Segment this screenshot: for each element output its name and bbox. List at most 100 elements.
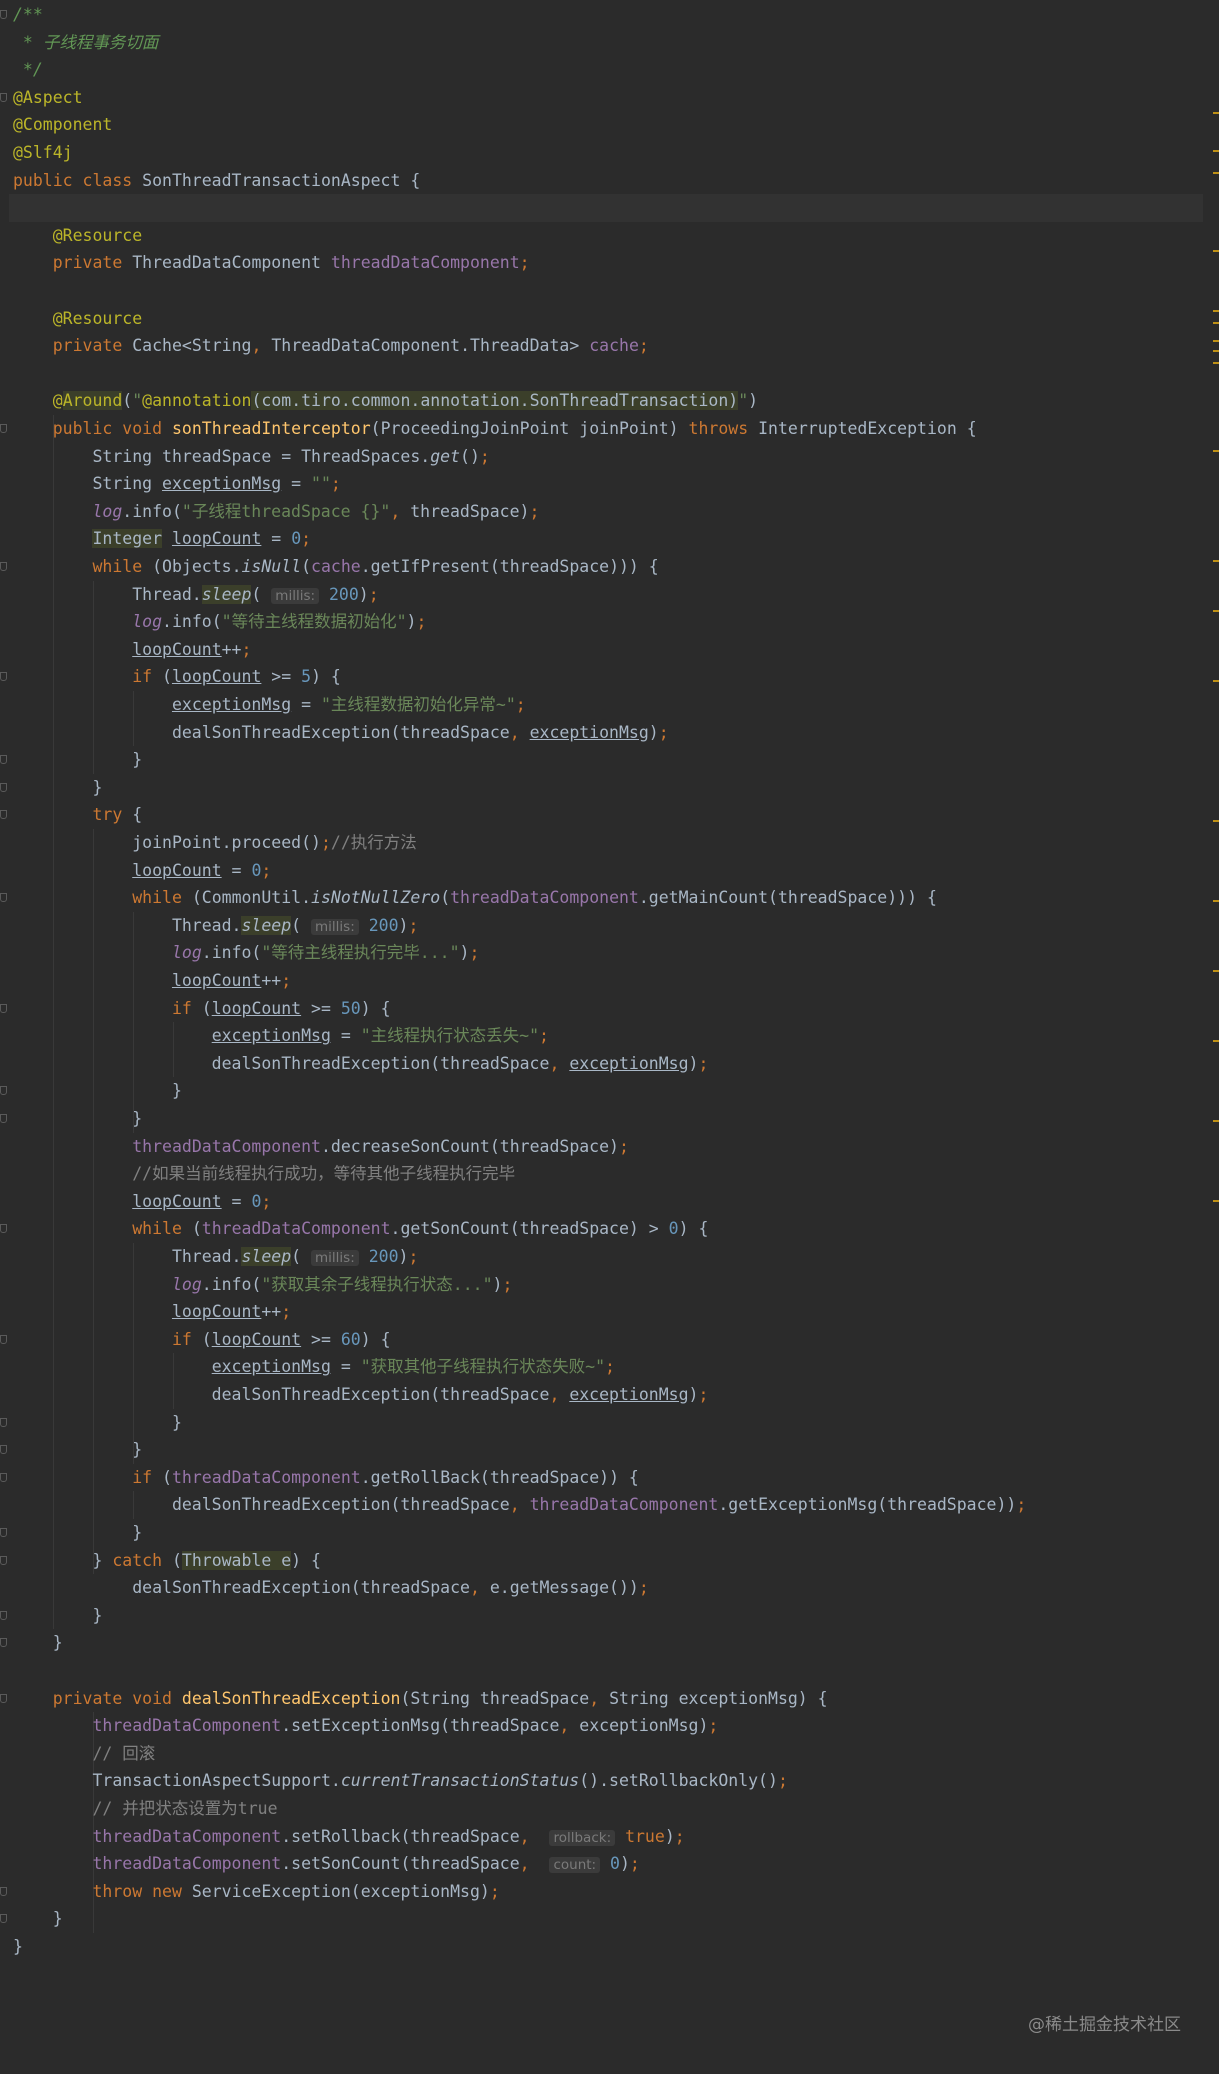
code-line[interactable]: dealSonThreadException(threadSpace, exce… [13,1381,1203,1409]
code-line[interactable]: // 并把状态设置为true [13,1795,1203,1823]
fold-marker-icon[interactable] [0,1334,7,1344]
code-line[interactable]: } [13,746,1203,774]
fold-marker-icon[interactable] [0,755,7,765]
code-line[interactable]: String threadSpace = ThreadSpaces.get(); [13,443,1203,471]
fold-marker-icon[interactable] [0,1445,7,1455]
code-line[interactable] [13,1657,1203,1685]
code-line[interactable]: try { [13,801,1203,829]
code-line[interactable]: @Resource [13,222,1203,250]
code-line[interactable]: TransactionAspectSupport.currentTransact… [13,1767,1203,1795]
code-editor[interactable]: /** * 子线程事务切面 */ @Aspect @Component @Slf4j p… [0,0,1219,2074]
code-line[interactable]: Thread.sleep( millis: 200); [13,1243,1203,1271]
code-line[interactable]: /** [13,1,1203,29]
fold-marker-icon[interactable] [0,672,7,682]
stripe-mark[interactable] [1213,362,1219,364]
fold-marker-icon[interactable] [0,10,7,19]
code-line[interactable]: private Cache<String, ThreadDataComponen… [13,332,1203,360]
fold-marker-icon[interactable] [0,562,7,571]
stripe-mark[interactable] [1213,150,1219,152]
stripe-mark[interactable] [1213,820,1219,822]
fold-marker-icon[interactable] [0,1417,7,1427]
fold-marker-icon[interactable] [0,1003,7,1013]
fold-marker-icon[interactable] [0,1638,7,1648]
stripe-mark[interactable] [1213,450,1219,452]
stripe-mark[interactable] [1213,112,1219,114]
stripe-mark[interactable] [1213,560,1219,562]
code-line[interactable]: } [13,1629,1203,1657]
code-line[interactable]: while (CommonUtil.isNotNullZero(threadDa… [13,884,1203,912]
fold-marker-icon[interactable] [0,1555,7,1565]
code-line[interactable]: if (loopCount >= 60) { [13,1326,1203,1354]
code-line[interactable]: loopCount++; [13,1298,1203,1326]
code-line[interactable]: loopCount++; [13,967,1203,995]
code-line[interactable]: @Around("@annotation(com.tiro.common.ann… [13,387,1203,415]
fold-marker-icon[interactable] [0,810,7,820]
fold-marker-icon[interactable] [0,1528,7,1537]
code-line[interactable]: log.info("子线程threadSpace {}", threadSpac… [13,498,1203,526]
code-line[interactable] [13,360,1203,388]
code-line[interactable]: @Component [13,111,1203,139]
code-line[interactable]: Thread.sleep( millis: 200); [13,912,1203,940]
code-line[interactable]: private void dealSonThreadException(Stri… [13,1685,1203,1713]
code-line[interactable]: joinPoint.proceed();//执行方法 [13,829,1203,857]
code-line[interactable]: log.info("等待主线程执行完毕..."); [13,939,1203,967]
code-line[interactable]: } [13,1436,1203,1464]
code-line[interactable]: } [13,774,1203,802]
stripe-mark[interactable] [1213,1040,1219,1042]
code-line[interactable]: threadDataComponent.setExceptionMsg(thre… [13,1712,1203,1740]
code-line[interactable]: Integer loopCount = 0; [13,525,1203,553]
code-line[interactable] [9,194,1203,222]
fold-marker-icon[interactable] [0,1610,7,1620]
code-line[interactable]: threadDataComponent.setSonCount(threadSp… [13,1850,1203,1878]
fold-marker-icon[interactable] [0,1086,7,1096]
code-line[interactable] [13,277,1203,305]
code-line[interactable]: public void sonThreadInterceptor(Proceed… [13,415,1203,443]
stripe-mark[interactable] [1213,900,1219,902]
code-line[interactable]: // 回滚 [13,1740,1203,1768]
code-line[interactable]: String exceptionMsg = ""; [13,470,1203,498]
code-line[interactable]: } [13,1905,1203,1933]
code-line[interactable]: @Aspect [13,84,1203,112]
code-line[interactable]: } [13,1077,1203,1105]
fold-marker-icon[interactable] [0,424,7,433]
code-line[interactable]: log.info("等待主线程数据初始化"); [13,608,1203,636]
code-line[interactable]: while (threadDataComponent.getSonCount(t… [13,1215,1203,1243]
stripe-mark[interactable] [1213,680,1219,682]
code-line[interactable]: } [13,1602,1203,1630]
stripe-mark[interactable] [1213,610,1219,612]
code-line[interactable]: dealSonThreadException(threadSpace, thre… [13,1491,1203,1519]
fold-marker-icon[interactable] [0,782,7,792]
code-line[interactable]: */ [13,56,1203,84]
stripe-mark[interactable] [1213,172,1219,174]
stripe-mark[interactable] [1213,310,1219,312]
code-line[interactable]: private ThreadDataComponent threadDataCo… [13,249,1203,277]
stripe-mark[interactable] [1213,322,1219,324]
code-line[interactable]: } catch (Throwable e) { [13,1547,1203,1575]
fold-marker-icon[interactable] [0,1693,7,1703]
stripe-mark[interactable] [1213,970,1219,972]
code-line[interactable]: } [13,1105,1203,1133]
code-line[interactable]: } [13,1519,1203,1547]
fold-marker-icon[interactable] [0,92,7,102]
code-line[interactable]: } [13,1933,1203,1961]
code-line[interactable]: } [13,1409,1203,1437]
stripe-mark[interactable] [1213,250,1219,252]
fold-marker-icon[interactable] [0,1472,7,1482]
code-line[interactable]: threadDataComponent.decreaseSonCount(thr… [13,1133,1203,1161]
code-line[interactable]: public class SonThreadTransactionAspect … [13,167,1203,195]
code-line[interactable]: log.info("获取其余子线程执行状态..."); [13,1271,1203,1299]
code-line[interactable]: exceptionMsg = "主线程执行状态丢失~"; [13,1022,1203,1050]
code-line[interactable]: //如果当前线程执行成功，等待其他子线程执行完毕 [13,1160,1203,1188]
fold-marker-icon[interactable] [0,893,7,903]
stripe-mark[interactable] [1213,1200,1219,1202]
code-line[interactable]: dealSonThreadException(threadSpace, exce… [13,1050,1203,1078]
code-line[interactable]: dealSonThreadException(threadSpace, e.ge… [13,1574,1203,1602]
code-line[interactable]: exceptionMsg = "主线程数据初始化异常~"; [13,691,1203,719]
code-line[interactable]: @Resource [13,305,1203,333]
code-line[interactable]: Thread.sleep( millis: 200); [13,581,1203,609]
code-line[interactable]: loopCount = 0; [13,1188,1203,1216]
code-line[interactable]: loopCount++; [13,636,1203,664]
fold-marker-icon[interactable] [0,1886,7,1896]
fold-marker-icon[interactable] [0,1914,7,1924]
code-line[interactable]: if (loopCount >= 50) { [13,995,1203,1023]
